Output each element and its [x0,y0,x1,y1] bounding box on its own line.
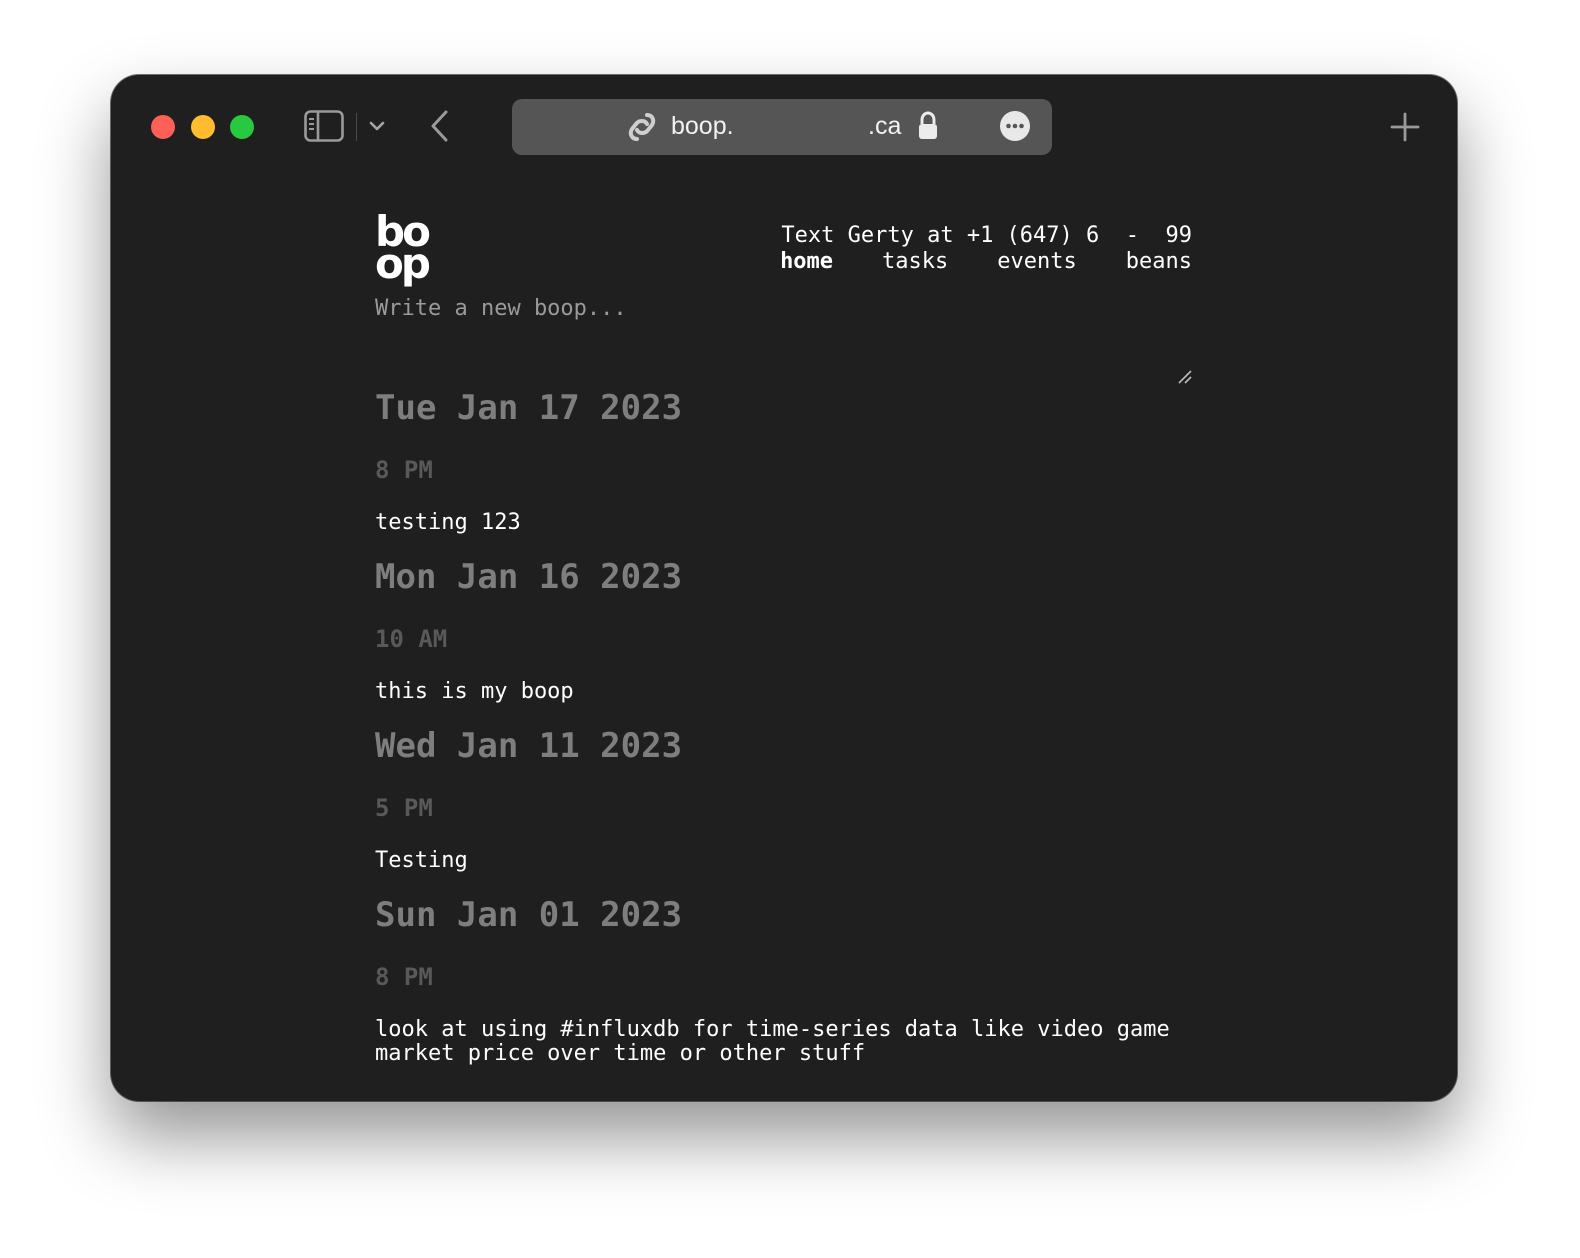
new-boop-input[interactable] [375,295,1193,379]
boop-feed: Tue Jan 17 2023 8 PM testing 123 Mon Jan… [375,379,1193,1088]
titlebar: boop. .ca [111,75,1457,179]
entry-date: Tue Jan 17 2023 [375,388,683,428]
svelte-icon [628,112,656,142]
entry-text: look at using #influxdb for time-series … [375,1017,1170,1066]
browser-window: boop. .ca bo op Text Gerty at +1 (647) 6… [111,75,1457,1101]
entry-time: 8 PM [375,456,433,484]
boop-entry: Sun Jan 01 2023 8 PM look at using #infl… [375,895,1193,1066]
entry-time: 10 AM [375,625,448,653]
nav-events-link[interactable]: events [997,249,1076,275]
toolbar-divider [356,113,357,141]
minimize-window-button[interactable] [191,115,215,139]
url-domain-left: boop. [671,112,734,140]
boop-entry: Mon Jan 16 2023 10 AM this is my boop [375,557,1193,704]
entry-date: Sun Jan 01 2023 [375,895,683,935]
boop-entry: Tue Jan 17 2023 8 PM testing 123 [375,388,1193,535]
entry-time: 5 PM [375,794,433,822]
entry-text: this is my boop [375,679,574,704]
main-nav: home tasks events beans [780,249,1192,275]
nav-beans-link[interactable]: beans [1126,249,1192,275]
new-boop-compose [375,295,1193,384]
url-domain-right: .ca [868,112,902,140]
lock-icon [917,111,939,141]
plus-icon[interactable] [1387,109,1423,145]
entry-date: Mon Jan 16 2023 [375,557,683,597]
entry-time: 8 PM [375,963,433,991]
page-content: bo op Text Gerty at +1 (647) 6 - 99 home… [111,179,1457,1101]
logo-line-2: op [375,239,431,288]
entry-text: Testing [375,848,468,873]
entry-date: Wed Jan 11 2023 [375,726,683,766]
sidebar-icon[interactable] [303,109,345,143]
nav-home-link[interactable]: home [780,249,833,275]
back-arrow-icon[interactable] [425,107,455,145]
zoom-window-button[interactable] [230,115,254,139]
nav-tasks-link[interactable]: tasks [882,249,948,275]
text-gerty-info: Text Gerty at +1 (647) 6 - 99 [781,223,1192,248]
boop-entry: Wed Jan 11 2023 5 PM Testing [375,726,1193,873]
chevron-down-icon[interactable] [365,113,389,139]
close-window-button[interactable] [151,115,175,139]
entry-text: testing 123 [375,510,521,535]
address-bar[interactable]: boop. .ca [512,99,1052,155]
more-icon[interactable] [999,110,1031,142]
boop-logo[interactable]: bo op [375,211,431,288]
